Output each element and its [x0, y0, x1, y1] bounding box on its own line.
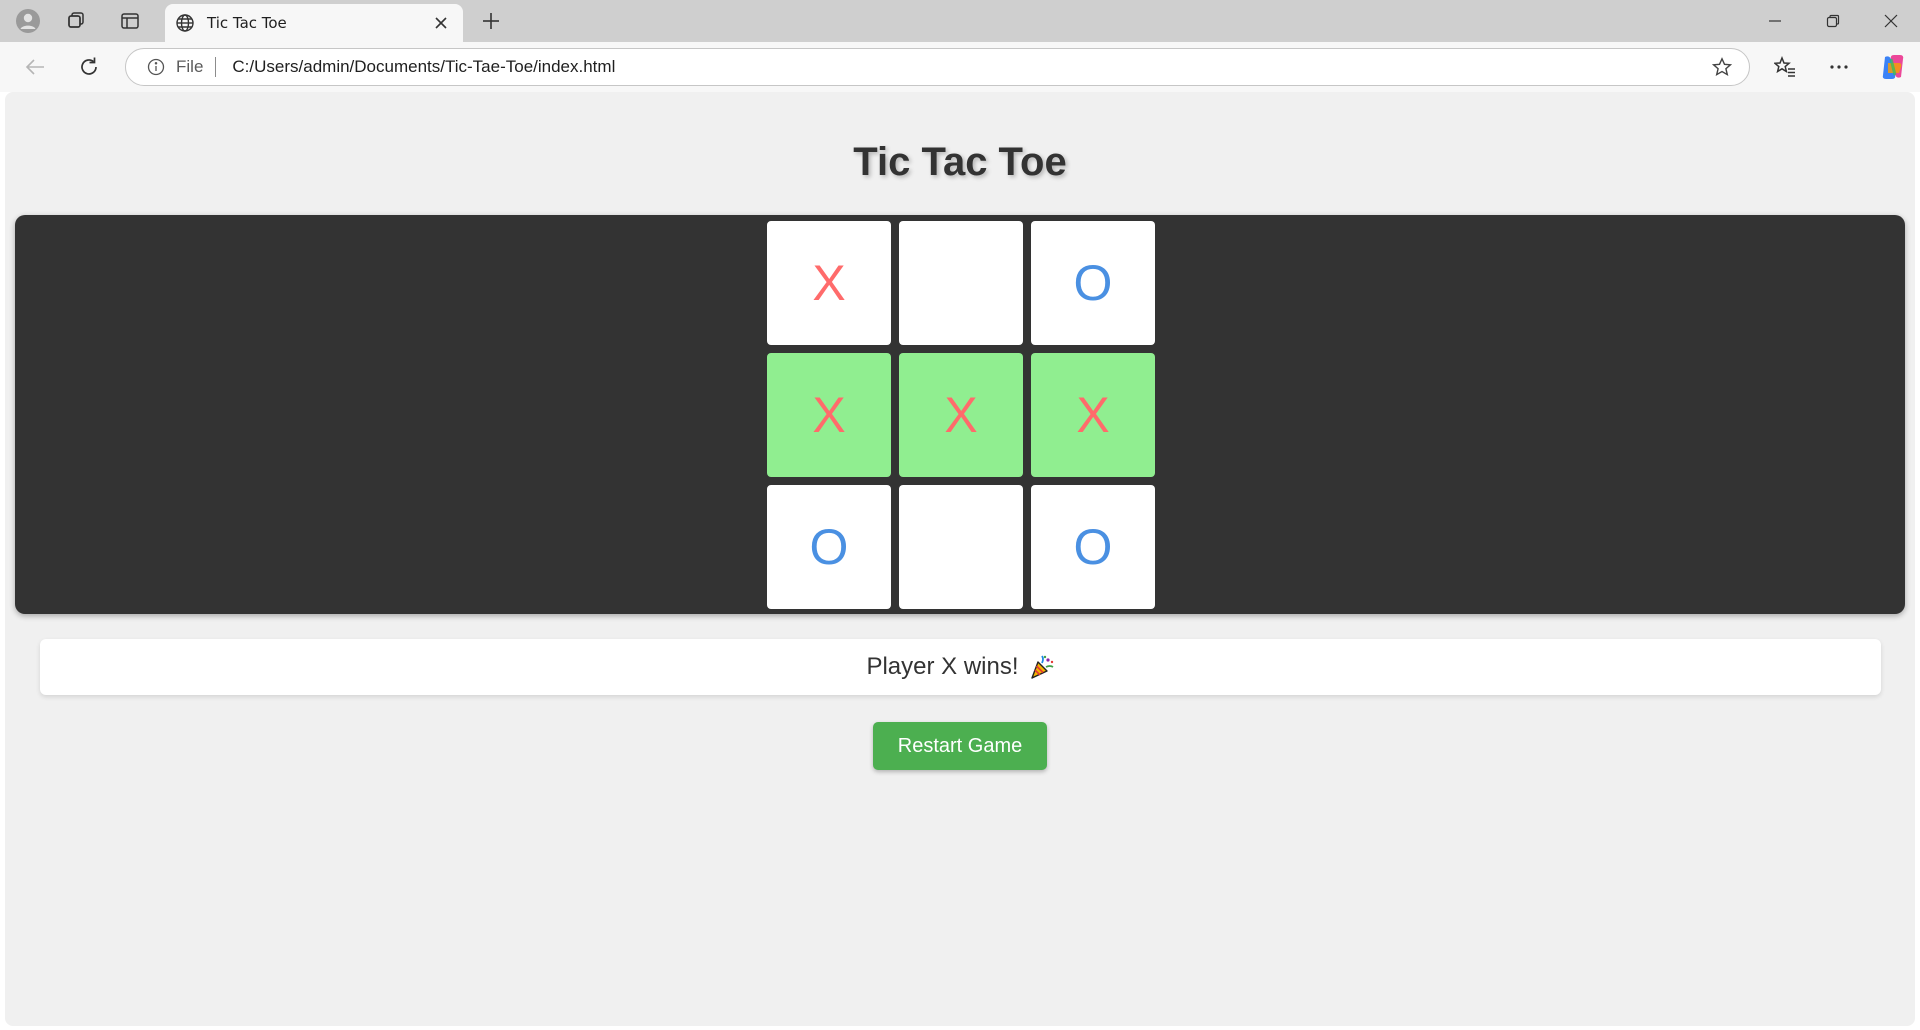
board-cell[interactable]: O: [1031, 485, 1155, 609]
globe-icon: [175, 13, 195, 33]
board-cell[interactable]: [899, 221, 1023, 345]
restart-game-button[interactable]: Restart Game: [873, 722, 1047, 770]
workspaces-icon[interactable]: [58, 6, 94, 36]
game-board: X O X X X O O: [767, 221, 1155, 609]
more-options-icon[interactable]: [1821, 51, 1857, 83]
favorites-icon[interactable]: [1767, 51, 1803, 83]
board-panel: X O X X X O O: [15, 215, 1905, 614]
tab-title: Tic Tac Toe: [207, 14, 287, 32]
board-cell[interactable]: O: [1031, 221, 1155, 345]
board-cell[interactable]: O: [767, 485, 891, 609]
favorite-star-icon[interactable]: [1705, 50, 1739, 84]
board-cell[interactable]: X: [767, 221, 891, 345]
board-cell[interactable]: X: [767, 353, 891, 477]
browser-tab-active[interactable]: Tic Tac Toe: [165, 4, 463, 42]
site-info-icon[interactable]: [146, 57, 166, 77]
game-status: Player X wins!: [40, 639, 1881, 695]
party-popper-icon: [1029, 654, 1055, 680]
minimize-icon[interactable]: [1746, 0, 1804, 42]
status-message: Player X wins!: [866, 653, 1019, 680]
profile-avatar-icon[interactable]: [10, 6, 46, 36]
browser-toolbar: File C:/Users/admin/Documents/Tic-Tae-To…: [0, 42, 1920, 92]
restore-window-icon[interactable]: [1804, 0, 1862, 42]
close-window-icon[interactable]: [1862, 0, 1920, 42]
vertical-tabs-icon[interactable]: [112, 6, 148, 36]
close-tab-icon[interactable]: [427, 9, 455, 37]
board-cell[interactable]: X: [899, 353, 1023, 477]
browser-tab-strip: Tic Tac Toe: [0, 0, 1920, 42]
address-bar[interactable]: File C:/Users/admin/Documents/Tic-Tae-To…: [125, 48, 1750, 86]
back-arrow-icon[interactable]: [17, 51, 53, 83]
address-scheme: File: [176, 57, 204, 76]
page-viewport: Tic Tac Toe X O X X X O O Player X wins!: [5, 92, 1915, 1026]
page-title: Tic Tac Toe: [853, 140, 1067, 184]
reload-icon[interactable]: [71, 51, 107, 83]
address-url[interactable]: C:/Users/admin/Documents/Tic-Tae-Toe/ind…: [232, 57, 1705, 77]
address-separator: [215, 57, 217, 77]
copilot-icon[interactable]: [1875, 51, 1911, 83]
new-tab-icon[interactable]: [474, 6, 508, 36]
board-cell[interactable]: X: [1031, 353, 1155, 477]
board-cell[interactable]: [899, 485, 1023, 609]
